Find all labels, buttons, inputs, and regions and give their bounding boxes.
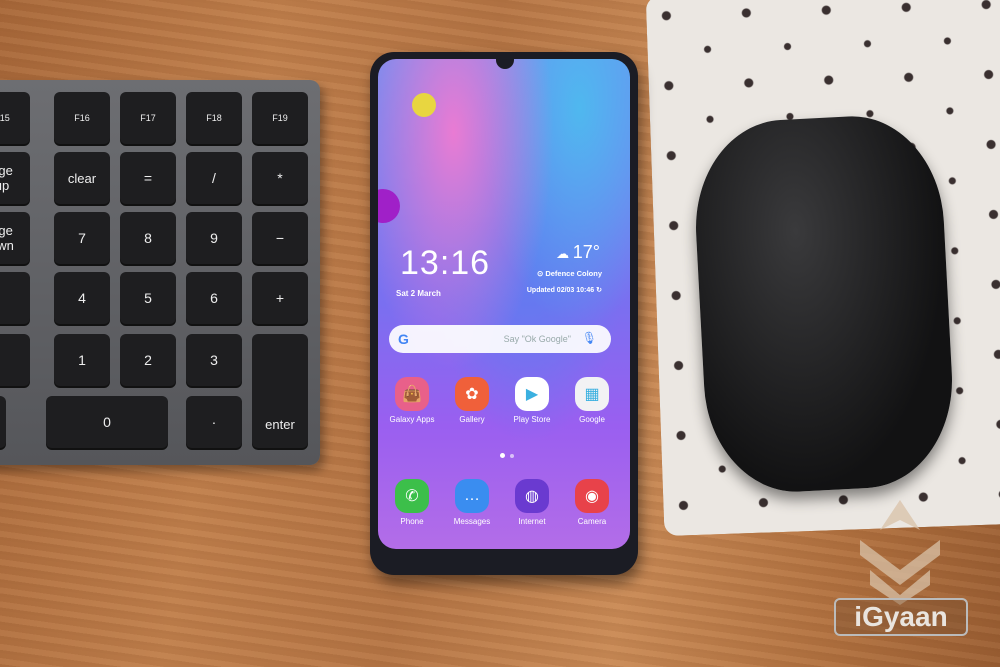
watermark-text: iGyaan [834,598,968,636]
key[interactable]: 1 [54,334,110,386]
google-logo-icon: G [398,331,409,347]
key[interactable]: F18 [186,92,242,144]
wallpaper-ball [378,189,400,223]
key[interactable] [0,334,30,386]
magic-mouse [690,111,958,497]
microphone-icon[interactable]: 🎙 [582,331,597,345]
weather-temp[interactable]: ☁ 17° [556,242,600,263]
key[interactable]: 3 [186,334,242,386]
notch [496,59,514,69]
key[interactable]: F19 [252,92,308,144]
google-search-bar[interactable]: G Say "Ok Google" 🎙 [389,325,611,353]
wallpaper-ball [412,93,436,117]
key[interactable]: F16 [54,92,110,144]
internet-icon: ◍ [515,479,549,513]
app-phone[interactable]: ✆ Phone [384,479,440,526]
date: Sat 2 March [396,289,441,298]
google-folder-icon: ▦ [575,377,609,411]
search-placeholder: Say "Ok Google" [503,334,571,344]
key[interactable]: 8 [120,212,176,264]
key[interactable]: = [120,152,176,204]
key[interactable]: 9 [186,212,242,264]
app-label: Camera [577,517,607,526]
key[interactable]: + [252,272,308,324]
app-label: Play Store [513,415,551,424]
app-camera[interactable]: ◉ Camera [564,479,620,526]
phone-screen: 13:16 Sat 2 March ☁ 17° ⊙ Defence Colony… [378,59,630,549]
key[interactable] [0,396,6,448]
app-label: Google [579,415,605,424]
weather-location: ⊙ Defence Colony [536,269,602,278]
key[interactable]: · [186,396,242,448]
key[interactable]: age own [0,212,30,264]
page-indicator[interactable] [510,454,514,458]
app-google[interactable]: ▦ Google [564,377,620,424]
key[interactable]: 0 [46,396,168,448]
app-gallery[interactable]: ✿ Gallery [444,377,500,424]
smartphone: 13:16 Sat 2 March ☁ 17° ⊙ Defence Colony… [370,52,638,575]
key[interactable]: 2 [120,334,176,386]
shopping-bag-icon: 👜 [395,377,429,411]
cloud-sun-icon: ☁ [556,246,573,261]
flower-icon: ✿ [455,377,489,411]
key[interactable]: F15 [0,92,30,144]
app-label: Gallery [459,415,485,424]
key[interactable]: age up [0,152,30,204]
key[interactable]: F17 [120,92,176,144]
app-messages[interactable]: … Messages [444,479,500,526]
messages-icon: … [455,479,489,513]
refresh-icon[interactable]: ↻ [596,287,602,294]
key[interactable]: 5 [120,272,176,324]
app-play-store[interactable]: ▶ Play Store [504,377,560,424]
app-label: Galaxy Apps [389,415,435,424]
weather-updated: Updated 02/03 10:46 ↻ [526,287,602,294]
key[interactable]: 6 [186,272,242,324]
app-label: Phone [400,517,424,526]
app-galaxy-apps[interactable]: 👜 Galaxy Apps [384,377,440,424]
key[interactable]: 4 [54,272,110,324]
phone-icon: ✆ [395,479,429,513]
keyboard: F15 F16F17F18F19 age up clear=/* age own 789−… [0,80,320,465]
key[interactable]: 7 [54,212,110,264]
clock[interactable]: 13:16 [400,244,490,283]
app-internet[interactable]: ◍ Internet [504,479,560,526]
page-indicator[interactable] [500,453,505,458]
play-store-icon: ▶ [515,377,549,411]
app-label: Internet [518,517,546,526]
key[interactable]: clear [54,152,110,204]
camera-icon: ◉ [575,479,609,513]
key[interactable]: enter [252,334,308,448]
key[interactable] [0,272,30,324]
app-label: Messages [453,517,491,526]
key[interactable]: / [186,152,242,204]
key[interactable]: − [252,212,308,264]
key[interactable]: * [252,152,308,204]
